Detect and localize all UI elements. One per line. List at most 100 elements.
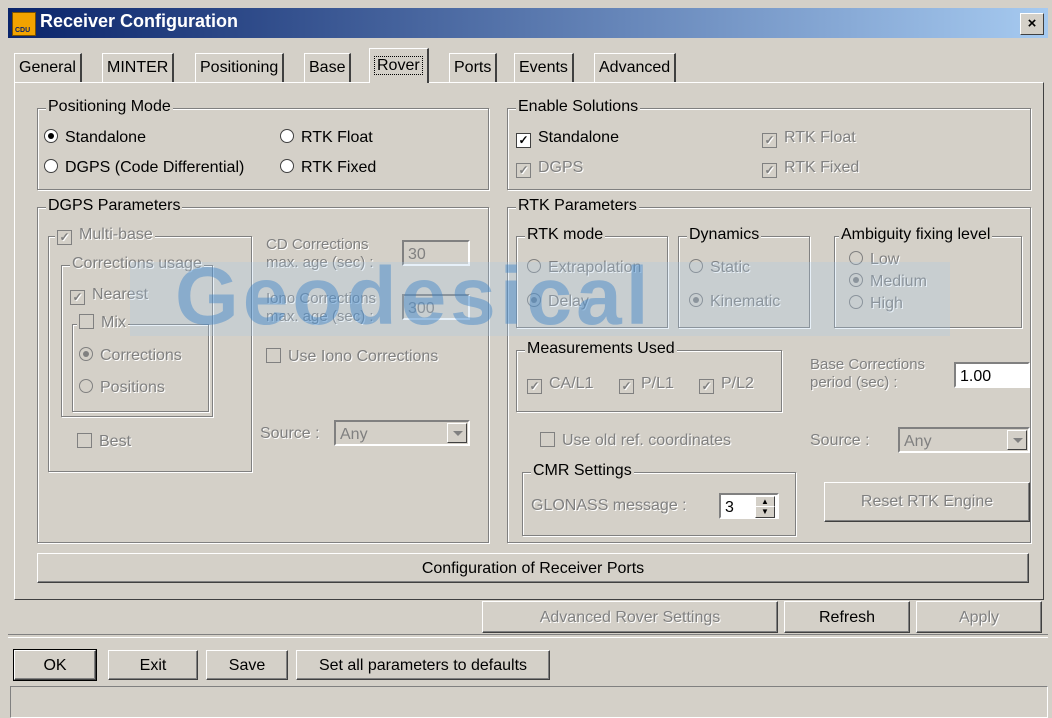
radio-rtk-float[interactable]: RTK Float — [280, 127, 373, 149]
radio-label: DGPS (Code Differential) — [65, 159, 245, 176]
checkbox-standalone[interactable]: ✓ Standalone — [516, 127, 619, 149]
reset-rtk-engine-button[interactable]: Reset RTK Engine — [824, 482, 1030, 522]
set-defaults-button[interactable]: Set all parameters to defaults — [296, 650, 550, 680]
spinner-value: 3 — [725, 499, 734, 516]
radio-checked-icon — [44, 129, 58, 143]
refresh-button[interactable]: Refresh — [784, 601, 910, 633]
radio-label: RTK Float — [301, 129, 373, 146]
tab-advanced[interactable]: Advanced — [594, 53, 677, 82]
group-label: RTK Parameters — [516, 197, 639, 215]
checkmark-icon: ✓ — [516, 133, 531, 148]
radio-rtk-fixed[interactable]: RTK Fixed — [280, 157, 376, 179]
tab-label: Advanced — [599, 59, 671, 76]
checkbox-icon — [79, 314, 94, 329]
tab-label: Positioning — [200, 59, 279, 76]
checkbox-label: DGPS — [538, 159, 584, 176]
cmr-settings-group: CMR Settings GLONASS message : 3 ▲ ▼ — [522, 462, 796, 536]
checkbox-label: Standalone — [538, 129, 619, 146]
radio-label: RTK Fixed — [301, 159, 377, 176]
checkbox-dgps[interactable]: ✓ DGPS — [516, 157, 583, 179]
glonass-message-label: GLONASS message : — [531, 497, 687, 514]
tab-ports[interactable]: Ports — [449, 53, 498, 82]
radio-label: Positions — [100, 379, 165, 396]
checkbox-label: CA/L1 — [549, 375, 594, 392]
checkbox-use-old-ref[interactable]: Use old ref. coordinates — [540, 430, 731, 452]
save-button[interactable]: Save — [206, 650, 288, 680]
apply-button[interactable]: Apply — [916, 601, 1042, 633]
rtk-parameters-group: RTK Parameters RTK mode Extrapolation De… — [507, 197, 1031, 543]
checkbox-label: RTK Fixed — [784, 159, 860, 176]
checkmark-icon: ✓ — [762, 163, 777, 178]
tab-label: Base — [309, 59, 346, 76]
group-label: Positioning Mode — [46, 98, 173, 116]
tab-label: Events — [519, 59, 568, 76]
spinner-down-icon[interactable]: ▼ — [755, 506, 775, 518]
advanced-rover-settings-button[interactable]: Advanced Rover Settings — [482, 601, 778, 633]
checkbox-ca-l1[interactable]: ✓ CA/L1 — [527, 373, 593, 395]
tab-base[interactable]: Base — [304, 53, 352, 82]
checkbox-label: Use Iono Corrections — [288, 348, 439, 365]
chevron-down-icon[interactable] — [1007, 430, 1027, 450]
radio-label: Corrections — [100, 347, 182, 364]
tab-events[interactable]: Events — [514, 53, 574, 82]
checkbox-p-l2[interactable]: ✓ P/L2 — [699, 373, 754, 395]
close-icon[interactable]: × — [1020, 13, 1044, 35]
rtk-source-select[interactable]: Any — [898, 427, 1030, 453]
dgps-source-label: Source : — [260, 425, 320, 442]
checkbox-best[interactable]: Best — [77, 431, 131, 453]
checkbox-icon — [77, 433, 92, 448]
checkbox-icon — [266, 348, 281, 363]
base-corrections-label: Base Corrections period (sec) : — [810, 356, 925, 392]
tab-label: General — [19, 59, 76, 76]
radio-icon — [280, 129, 294, 143]
configuration-of-receiver-ports-button[interactable]: Configuration of Receiver Ports — [37, 553, 1029, 583]
radio-icon — [44, 159, 58, 173]
tab-label: Rover — [374, 56, 423, 75]
tab-minter[interactable]: MINTER — [102, 53, 175, 82]
app-icon-label: CDU — [15, 27, 31, 34]
checkmark-icon: ✓ — [619, 379, 634, 394]
checkbox-p-l1[interactable]: ✓ P/L1 — [619, 373, 674, 395]
checkbox-multi-base[interactable]: ✓ Multi-base — [55, 226, 155, 245]
checkbox-use-iono[interactable]: Use Iono Corrections — [266, 346, 438, 368]
checkbox-mix[interactable]: Mix — [77, 314, 128, 332]
group-label: Dynamics — [687, 226, 762, 244]
radio-positions[interactable]: Positions — [79, 377, 165, 399]
radio-corrections[interactable]: Corrections — [79, 345, 182, 367]
app-icon: CDU — [12, 12, 36, 36]
checkbox-label: Best — [99, 433, 132, 450]
tab-rover[interactable]: Rover — [369, 48, 429, 83]
window-title: Receiver Configuration — [40, 11, 239, 31]
rover-tab-panel: Positioning Mode Standalone RTK Float DG… — [14, 82, 1044, 600]
checkbox-label: Use old ref. coordinates — [562, 432, 731, 449]
exit-button[interactable]: Exit — [108, 650, 198, 680]
watermark-band — [130, 262, 950, 336]
checkmark-icon: ✓ — [516, 163, 531, 178]
measurements-used-group: Measurements Used ✓ CA/L1 ✓ P/L1 ✓ P/L2 — [516, 340, 782, 412]
checkbox-icon — [540, 432, 555, 447]
positioning-mode-group: Positioning Mode Standalone RTK Float DG… — [37, 98, 489, 190]
select-value: Any — [340, 426, 368, 443]
tab-positioning[interactable]: Positioning — [195, 53, 285, 82]
base-corrections-period-input[interactable]: 1.00 — [954, 362, 1030, 388]
ok-button[interactable]: OK — [13, 649, 97, 681]
checkbox-label: RTK Float — [784, 129, 856, 146]
checkbox-label: Multi-base — [79, 226, 153, 243]
group-label: Ambiguity fixing level — [839, 226, 993, 244]
mix-group: Mix Corrections Positions — [72, 314, 209, 412]
dgps-source-select[interactable]: Any — [334, 420, 470, 446]
checkbox-rtk-float[interactable]: ✓ RTK Float — [762, 127, 856, 149]
radio-standalone[interactable]: Standalone — [44, 127, 146, 149]
checkbox-rtk-fixed[interactable]: ✓ RTK Fixed — [762, 157, 859, 179]
separator — [8, 634, 1048, 638]
tab-label: Ports — [454, 59, 492, 76]
title-bar: CDU Receiver Configuration × — [8, 8, 1048, 38]
group-label: Enable Solutions — [516, 98, 641, 116]
radio-dgps[interactable]: DGPS (Code Differential) — [44, 157, 244, 179]
select-value: Any — [904, 433, 932, 450]
tab-general[interactable]: General — [14, 53, 82, 82]
dgps-parameters-group: DGPS Parameters ✓ Multi-base Corrections … — [37, 197, 489, 543]
glonass-message-spinner[interactable]: 3 ▲ ▼ — [719, 493, 779, 519]
chevron-down-icon[interactable] — [447, 423, 467, 443]
enable-solutions-group: Enable Solutions ✓ Standalone ✓ RTK Float … — [507, 98, 1031, 190]
